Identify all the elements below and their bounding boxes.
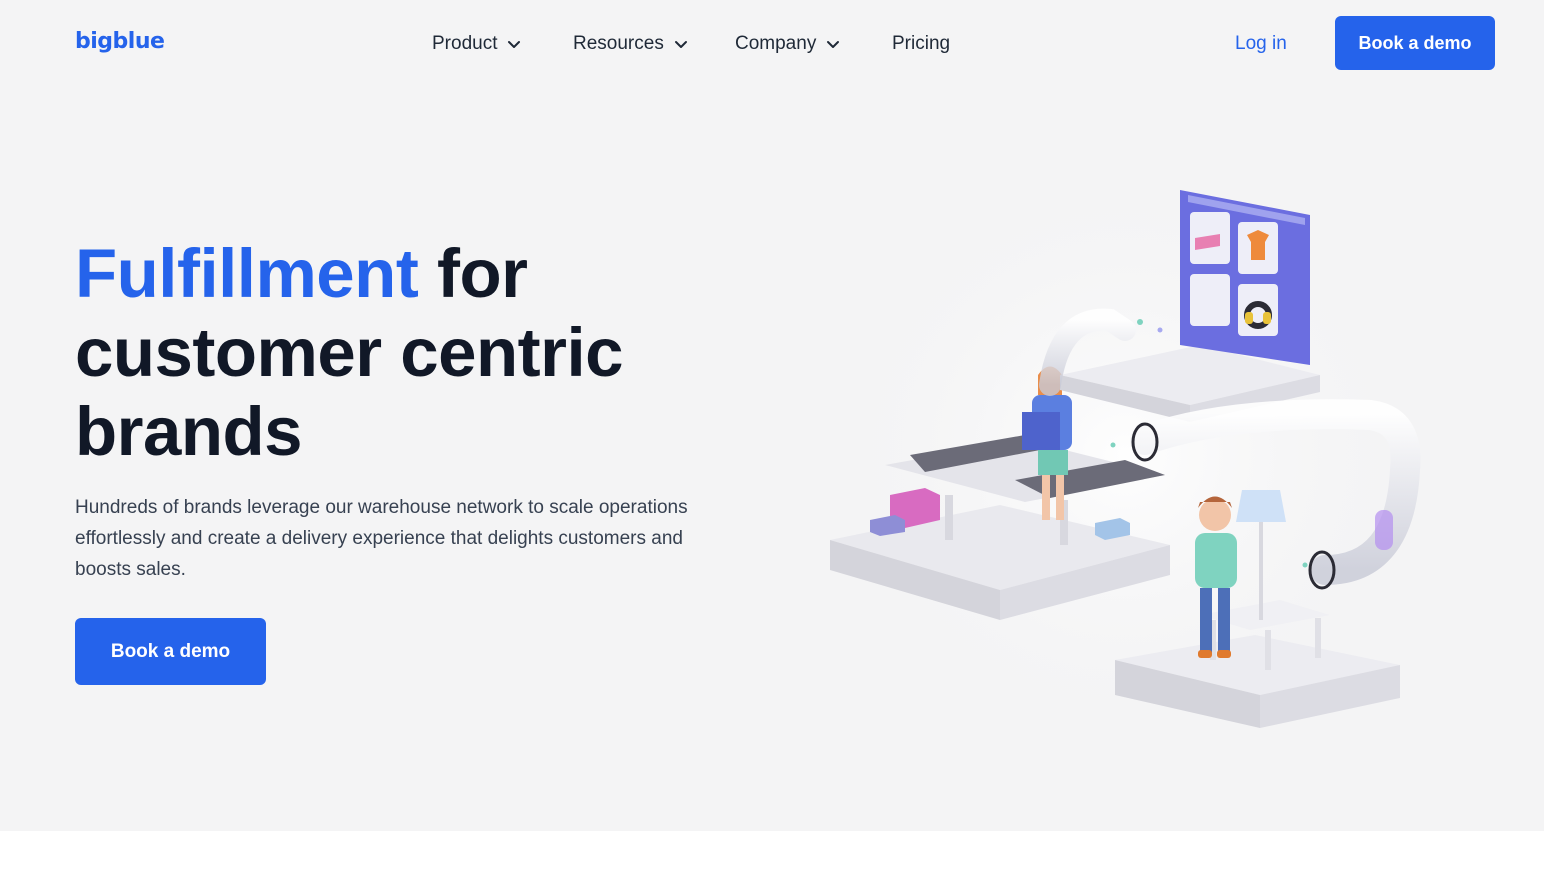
nav-product[interactable]: Product (432, 28, 521, 60)
headline-part-1: for (418, 235, 528, 312)
chevron-down-icon (674, 37, 688, 51)
book-demo-hero-button[interactable]: Book a demo (75, 618, 266, 685)
login-link[interactable]: Log in (1235, 28, 1287, 60)
nav-company[interactable]: Company (735, 28, 840, 60)
nav-company-label: Company (735, 33, 817, 54)
nav-resources-label: Resources (573, 33, 664, 54)
headline-accent: Fulfillment (75, 235, 419, 312)
warehouse-illustration (810, 150, 1440, 760)
chevron-down-icon (507, 37, 521, 51)
nav-product-label: Product (432, 33, 498, 54)
nav-pricing[interactable]: Pricing (892, 28, 950, 60)
nav-resources[interactable]: Resources (573, 28, 688, 60)
headline-part-3: brands (75, 393, 303, 470)
bigblue-logo[interactable]: bigblue (75, 26, 165, 58)
nav-pricing-label: Pricing (892, 33, 951, 54)
headline-part-2: customer centric (75, 314, 624, 391)
book-demo-header-button[interactable]: Book a demo (1335, 16, 1495, 70)
chevron-down-icon (826, 37, 840, 51)
hero-subtext: Hundreds of brands leverage our warehous… (75, 497, 688, 580)
hero-headline: Fulfillment for customer centric brands (75, 234, 755, 471)
